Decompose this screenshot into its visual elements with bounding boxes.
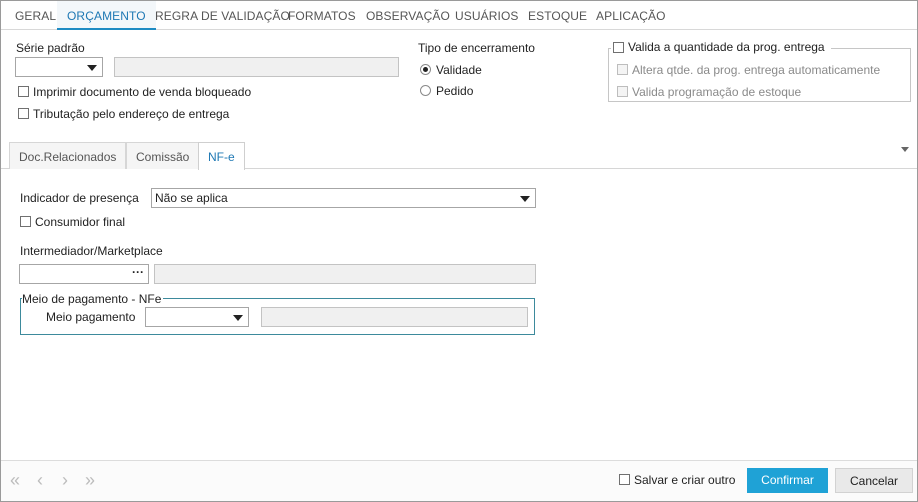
intermediador-descricao-field [154,264,536,284]
last-record-icon[interactable]: » [85,471,95,489]
tab-orcamento[interactable]: ORÇAMENTO [57,1,156,30]
salvar-criar-outro-checkbox[interactable] [619,474,630,485]
ellipsis-icon[interactable]: ··· [132,265,144,279]
meio-pagamento-descricao-field [261,307,528,327]
next-record-icon[interactable]: › [62,471,68,489]
valida-programacao-label: Valida programação de estoque [632,85,802,99]
tab-regra-de-validacao[interactable]: REGRA DE VALIDAÇÃO [155,1,290,30]
tab-comissao[interactable]: Comissão [126,142,200,169]
meio-pagamento-select[interactable] [145,307,249,327]
cancelar-button[interactable]: Cancelar [835,468,913,493]
intermediador-lookup[interactable]: ··· [19,264,149,284]
radio-pedido[interactable] [420,85,431,96]
chevron-down-icon [520,196,530,202]
valida-programacao-checkbox[interactable] [617,86,628,97]
tab-nfe[interactable]: NF-e [198,142,245,170]
chevron-down-icon [87,65,97,71]
altera-qtde-checkbox[interactable] [617,64,628,75]
salvar-criar-outro-label: Salvar e criar outro [634,473,736,487]
tab-geral[interactable]: GERAL [7,1,64,30]
chevron-down-icon [233,315,243,321]
tab-observacao[interactable]: OBSERVAÇÃO [366,1,450,30]
indicador-presenca-value: Não se aplica [155,191,228,205]
tab-usuarios[interactable]: USUÁRIOS [455,1,518,30]
previous-record-icon[interactable]: ‹ [37,471,43,489]
tab-formatos[interactable]: FORMATOS [288,1,356,30]
first-record-icon[interactable]: « [10,471,20,489]
top-tab-bar: GERAL ORÇAMENTO REGRA DE VALIDAÇÃO FORMA… [1,1,917,30]
imprimir-bloqueado-label: Imprimir documento de venda bloqueado [33,85,252,99]
imprimir-bloqueado-checkbox[interactable] [18,86,29,97]
dialog-footer: « ‹ › » Salvar e criar outro Confirmar C… [1,460,917,501]
tributacao-endereco-label: Tributação pelo endereço de entrega [33,107,230,121]
meio-pagamento-group-title: Meio de pagamento - NFe [22,292,164,306]
serie-padrao-label: Série padrão [16,41,85,55]
tributacao-endereco-checkbox[interactable] [18,108,29,119]
dialog-window: GERAL ORÇAMENTO REGRA DE VALIDAÇÃO FORMA… [0,0,918,502]
altera-qtde-label: Altera qtde. da prog. entrega automatica… [632,63,881,77]
tipo-encerramento-label: Tipo de encerramento [418,41,535,55]
valida-group-header: Valida a quantidade da prog. entrega [611,40,831,56]
consumidor-final-checkbox[interactable] [20,216,31,227]
confirmar-button[interactable]: Confirmar [747,468,828,493]
indicador-presenca-label: Indicador de presença [20,191,139,205]
serie-padrao-select[interactable] [15,57,103,77]
tabs-overflow-chevron-icon[interactable] [901,147,909,152]
radio-validade-label: Validade [436,63,482,77]
radio-validade[interactable] [420,64,431,75]
serie-descricao-field [114,57,399,77]
radio-pedido-label: Pedido [436,84,474,98]
meio-pagamento-label: Meio pagamento [46,310,136,324]
tab-aplicacao[interactable]: APLICAÇÃO [596,1,666,30]
consumidor-final-label: Consumidor final [35,215,126,229]
tab-estoque[interactable]: ESTOQUE [528,1,587,30]
tab-doc-relacionados[interactable]: Doc.Relacionados [9,142,127,169]
valida-quantidade-label: Valida a quantidade da prog. entrega [628,40,825,54]
intermediador-label: Intermediador/Marketplace [20,244,163,258]
valida-quantidade-checkbox[interactable] [613,42,624,53]
indicador-presenca-select[interactable]: Não se aplica [151,188,536,208]
